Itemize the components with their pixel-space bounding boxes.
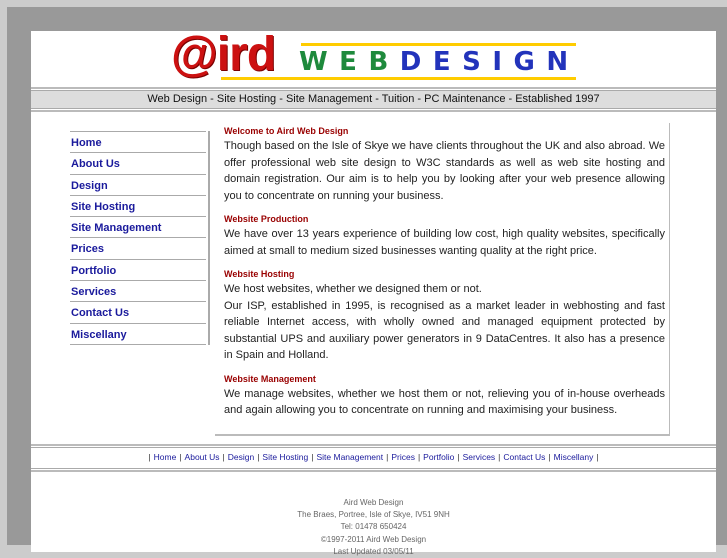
sidebar-item-portfolio[interactable]: Portfolio — [70, 258, 206, 280]
section-heading: Website Production — [224, 214, 309, 224]
sidebar-link-design[interactable]: Design — [71, 180, 108, 192]
section-heading: Welcome to Aird Web Design — [224, 126, 349, 136]
footer-links: | Home | About Us | Design | Site Hosting | Site … — [31, 449, 716, 465]
tagline-bar: Web Design - Site Hosting - Site Managem… — [31, 87, 716, 112]
footer-link-prices[interactable]: Prices — [391, 452, 415, 462]
footer-link-contact-us[interactable]: Contact Us — [503, 452, 545, 462]
footer-link-services[interactable]: Services — [463, 452, 496, 462]
sidebar-item-about-us[interactable]: About Us — [70, 152, 206, 173]
site-logo[interactable]: @ird WEBDESIGN — [171, 31, 591, 83]
sidebar-link-miscellany[interactable]: Miscellany — [71, 329, 127, 341]
link-separator: | — [548, 452, 551, 462]
page-body: @ird WEBDESIGN Web Design - Site Hosting… — [31, 31, 716, 556]
link-separator: | — [596, 452, 599, 462]
sidebar-item-home[interactable]: Home — [70, 131, 206, 152]
link-separator: | — [257, 452, 260, 462]
sidebar-item-contact-us[interactable]: Contact Us — [70, 301, 206, 322]
section-paragraph: We manage websites, whether we host them… — [224, 387, 665, 417]
sidebar-link-contact-us[interactable]: Contact Us — [71, 307, 129, 319]
section-paragraph: Our ISP, established in 1995, is recogni… — [224, 299, 665, 362]
address-line: Last Updated 03/05/11 — [333, 546, 414, 556]
footer-link-site-hosting[interactable]: Site Hosting — [262, 452, 308, 462]
footer-address: Aird Web Design The Braes, Portree, Isle … — [31, 497, 716, 558]
footer-link-home[interactable]: Home — [154, 452, 177, 462]
logo-design-text: DESIGN — [399, 47, 580, 77]
logo-aird-text: @ird — [171, 28, 276, 81]
logo-web-text: WEB — [299, 47, 400, 77]
footer-nav: | Home | About Us | Design | Site Hosting | Site … — [31, 444, 716, 472]
footer-link-design[interactable]: Design — [228, 452, 254, 462]
sidebar-link-home[interactable]: Home — [71, 137, 102, 149]
section-paragraph: We host websites, whether we designed th… — [224, 283, 482, 295]
link-separator: | — [222, 452, 225, 462]
tagline: Web Design - Site Hosting - Site Managem… — [31, 91, 716, 108]
address-line: Aird Web Design — [343, 498, 404, 507]
footer-link-miscellany[interactable]: Miscellany — [554, 452, 594, 462]
footer-link-about-us[interactable]: About Us — [185, 452, 220, 462]
sidebar-link-site-hosting[interactable]: Site Hosting — [71, 201, 135, 213]
sidebar-item-services[interactable]: Services — [70, 280, 206, 301]
section-heading: Website Hosting — [224, 269, 295, 279]
section-heading: Website Management — [224, 373, 316, 384]
sidebar-item-design[interactable]: Design — [70, 173, 206, 195]
divider — [31, 444, 716, 446]
sidebar-link-services[interactable]: Services — [71, 286, 116, 298]
logo-rule-bottom — [221, 77, 576, 80]
section-paragraph: Though based on the Isle of Skye we have… — [224, 140, 665, 202]
sidebar-item-prices[interactable]: Prices — [70, 237, 206, 258]
sidebar-item-site-management[interactable]: Site Management — [70, 216, 206, 237]
sidebar-link-site-management[interactable]: Site Management — [71, 222, 161, 234]
address-line: ©1997-2011 Aird Web Design — [320, 534, 427, 544]
footer-link-site-management[interactable]: Site Management — [316, 452, 383, 462]
divider — [31, 470, 716, 472]
footer-link-portfolio[interactable]: Portfolio — [423, 452, 454, 462]
section-paragraph: We have over 13 years experience of buil… — [224, 228, 665, 257]
sidebar-nav: Home About Us Design Site Hosting Site Manag… — [70, 131, 210, 345]
link-separator: | — [417, 452, 421, 462]
divider — [31, 468, 716, 469]
sidebar-link-prices[interactable]: Prices — [71, 243, 104, 255]
link-separator: | — [148, 452, 151, 462]
sidebar-list: Home About Us Design Site Hosting Site Manag… — [70, 131, 206, 345]
sidebar-link-about-us[interactable]: About Us — [71, 158, 120, 170]
link-separator: | — [498, 452, 501, 462]
divider — [31, 108, 716, 109]
logo-rule-top — [301, 43, 576, 46]
divider — [31, 87, 716, 89]
link-separator: | — [179, 452, 182, 462]
link-separator: | — [457, 452, 460, 462]
divider — [31, 447, 716, 448]
address-line: The Braes, Portree, Isle of Skye, IV51 9… — [297, 510, 450, 520]
logo-webdesign-text: WEBDESIGN — [299, 48, 580, 76]
divider — [31, 110, 716, 112]
link-separator: | — [311, 452, 314, 462]
sidebar-item-miscellany[interactable]: Miscellany — [70, 322, 206, 345]
link-separator: | — [386, 452, 389, 462]
main-content: Welcome to Aird Web Design Though based o… — [215, 123, 670, 436]
address-line: Tel: 01478 650424 — [340, 522, 407, 532]
page-frame: @ird WEBDESIGN Web Design - Site Hosting… — [7, 7, 727, 556]
sidebar-item-site-hosting[interactable]: Site Hosting — [70, 194, 206, 216]
sidebar-link-portfolio[interactable]: Portfolio — [71, 265, 116, 277]
